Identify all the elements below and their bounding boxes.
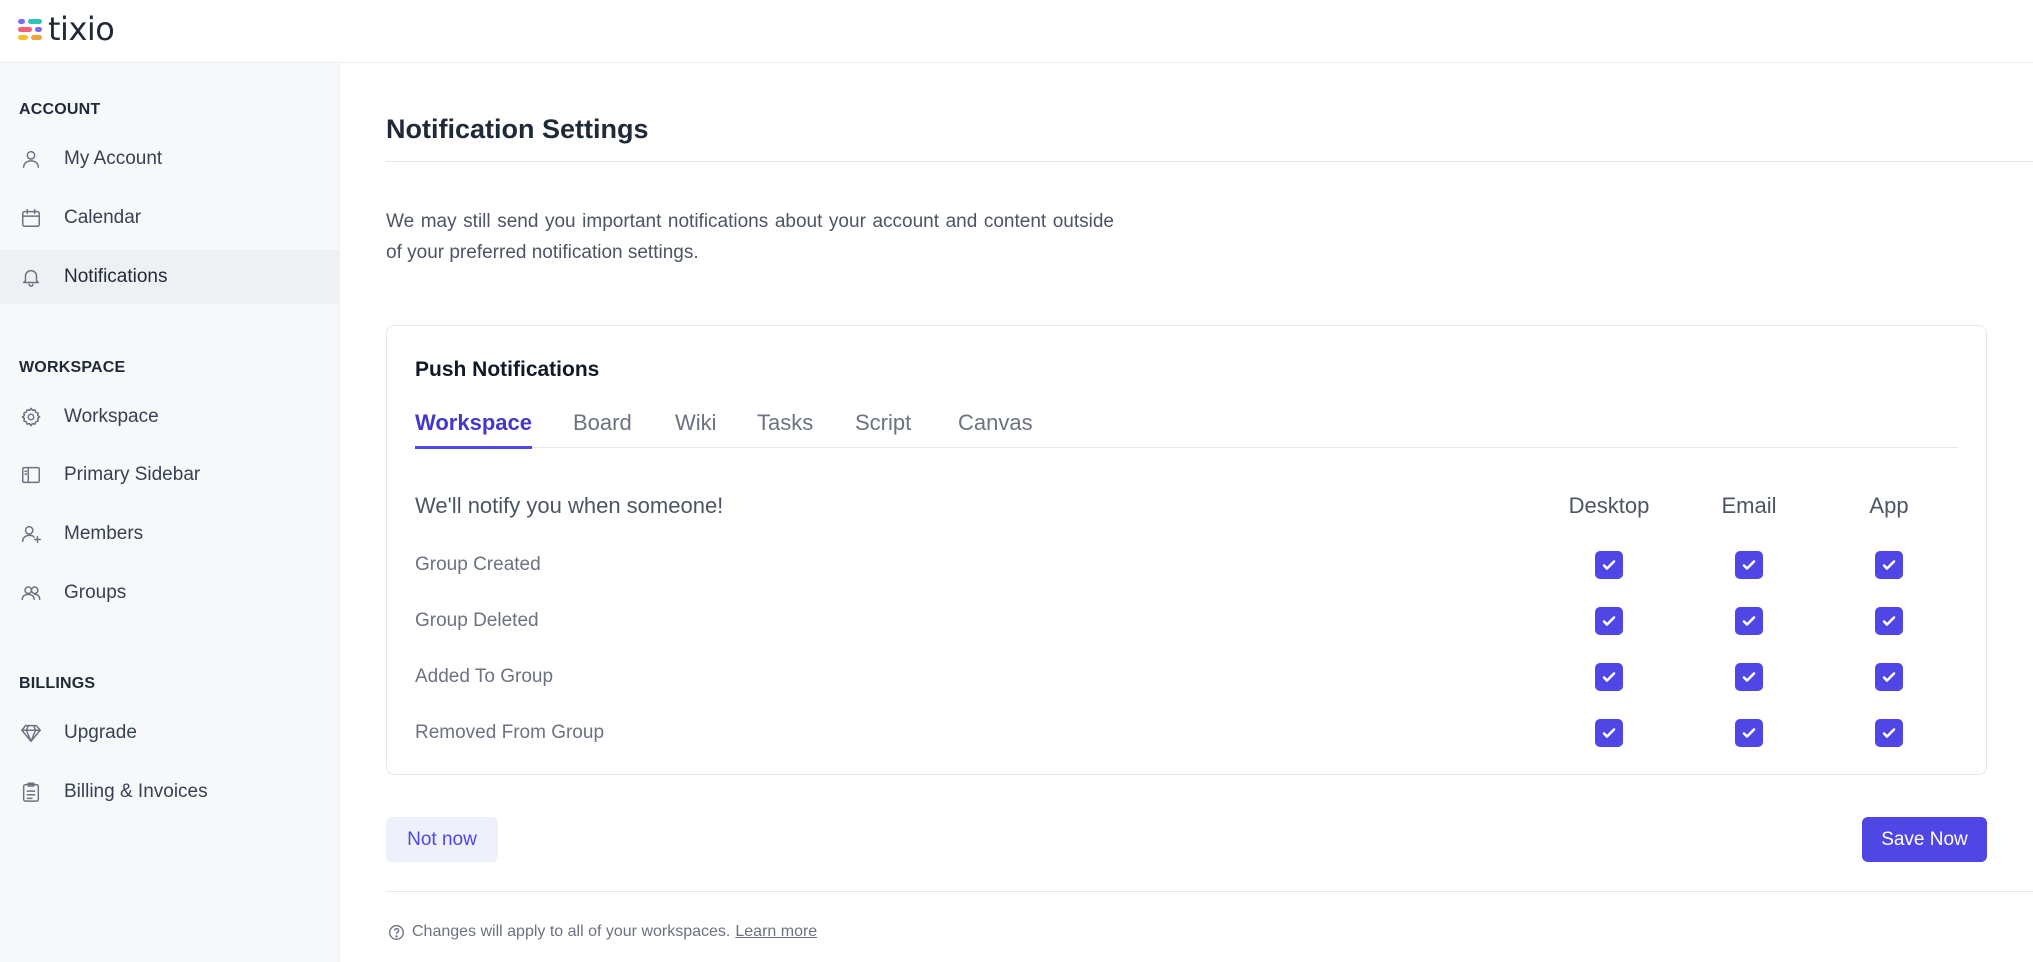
- top-bar: tixio: [0, 0, 2033, 63]
- intro-text: We may still send you important notifica…: [386, 211, 1114, 263]
- sidebar-item-label: Calendar: [64, 207, 142, 228]
- sidebar-item-members[interactable]: Members: [0, 507, 340, 561]
- diamond-icon: [19, 721, 43, 745]
- check-icon: [1742, 672, 1756, 682]
- check-icon: [1742, 616, 1756, 626]
- checkbox-desktop[interactable]: [1595, 719, 1623, 747]
- row-label-added-to-group: Added To Group: [415, 666, 554, 687]
- checkbox-app[interactable]: [1875, 719, 1903, 747]
- checkbox-email[interactable]: [1735, 551, 1763, 579]
- sidebar-layout-icon: [19, 463, 43, 487]
- column-header-app: App: [1869, 493, 1909, 518]
- tab-bar: Workspace Board Wiki Tasks Script Canvas: [415, 410, 1958, 449]
- column-header-email: Email: [1721, 493, 1777, 518]
- bell-icon: [19, 265, 43, 289]
- not-now-button[interactable]: Not now: [386, 817, 498, 862]
- footer-note: Changes will apply to all of your worksp…: [388, 923, 817, 941]
- sidebar-item-label: Primary Sidebar: [64, 464, 201, 485]
- checkbox-email[interactable]: [1735, 663, 1763, 691]
- tab-board[interactable]: Board: [573, 410, 632, 448]
- sidebar-item-upgrade[interactable]: Upgrade: [0, 706, 340, 760]
- tab-wiki[interactable]: Wiki: [675, 410, 717, 448]
- sidebar-item-groups[interactable]: Groups: [0, 566, 340, 620]
- sidebar-item-label: Groups: [64, 582, 127, 603]
- calendar-icon: [19, 206, 43, 230]
- check-icon: [1602, 616, 1616, 626]
- tab-workspace[interactable]: Workspace: [415, 410, 532, 449]
- push-notifications-card: Push Notifications Workspace Board Wiki …: [386, 325, 1987, 775]
- check-icon: [1602, 728, 1616, 738]
- tab-tasks[interactable]: Tasks: [757, 410, 813, 448]
- column-header-desktop: Desktop: [1568, 493, 1650, 518]
- check-icon: [1882, 560, 1896, 570]
- check-icon: [1742, 728, 1756, 738]
- check-icon: [1602, 560, 1616, 570]
- check-icon: [1742, 560, 1756, 570]
- user-icon: [19, 147, 43, 171]
- sidebar-item-calendar[interactable]: Calendar: [0, 191, 340, 245]
- clipboard-icon: [19, 780, 43, 804]
- sidebar-item-my-account[interactable]: My Account: [0, 132, 340, 186]
- divider: [386, 161, 2033, 162]
- row-label-removed-from-group: Removed From Group: [415, 722, 605, 743]
- row-label-group-created: Group Created: [415, 554, 541, 575]
- card-title: Push Notifications: [415, 358, 600, 381]
- check-icon: [1882, 728, 1896, 738]
- checkbox-desktop[interactable]: [1595, 663, 1623, 691]
- learn-more-link[interactable]: Learn more: [735, 923, 817, 941]
- section-title-billings: BILLINGS: [19, 675, 96, 692]
- settings-sidebar: ACCOUNT My Account Calendar Notification…: [0, 63, 340, 962]
- sidebar-item-label: Members: [64, 523, 144, 544]
- sidebar-item-notifications[interactable]: Notifications: [0, 250, 340, 304]
- sidebar-item-label: Billing & Invoices: [64, 781, 208, 802]
- sidebar-item-label: Upgrade: [64, 722, 137, 743]
- table-heading: We'll notify you when someone!: [415, 493, 724, 518]
- sidebar-item-billing-invoices[interactable]: Billing & Invoices: [0, 765, 340, 819]
- sidebar-item-workspace[interactable]: Workspace: [0, 390, 340, 444]
- checkbox-email[interactable]: [1735, 719, 1763, 747]
- tab-script[interactable]: Script: [855, 410, 911, 448]
- check-icon: [1882, 616, 1896, 626]
- section-title-account: ACCOUNT: [19, 101, 101, 118]
- checkbox-desktop[interactable]: [1595, 551, 1623, 579]
- sidebar-item-primary-sidebar[interactable]: Primary Sidebar: [0, 448, 340, 502]
- checkbox-app[interactable]: [1875, 607, 1903, 635]
- checkbox-app[interactable]: [1875, 551, 1903, 579]
- logo-text: tixio: [48, 10, 115, 48]
- help-circle-icon: [389, 924, 404, 940]
- divider: [386, 891, 2033, 892]
- gear-icon: [19, 405, 43, 429]
- users-icon: [19, 581, 43, 605]
- sidebar-item-label: Notifications: [64, 266, 168, 287]
- tab-canvas[interactable]: Canvas: [958, 410, 1033, 448]
- check-icon: [1602, 672, 1616, 682]
- checkbox-email[interactable]: [1735, 607, 1763, 635]
- checkbox-app[interactable]: [1875, 663, 1903, 691]
- page-title: Notification Settings: [386, 114, 649, 144]
- check-icon: [1882, 672, 1896, 682]
- sidebar-item-label: Workspace: [64, 406, 159, 427]
- save-now-button[interactable]: Save Now: [1862, 817, 1987, 862]
- app-logo[interactable]: tixio: [18, 10, 115, 48]
- checkbox-desktop[interactable]: [1595, 607, 1623, 635]
- logo-icon: [18, 16, 44, 42]
- user-plus-icon: [19, 522, 43, 546]
- sidebar-item-label: My Account: [64, 148, 163, 169]
- footer-note-text: Changes will apply to all of your worksp…: [412, 923, 731, 940]
- row-label-group-deleted: Group Deleted: [415, 610, 539, 631]
- section-title-workspace: WORKSPACE: [19, 359, 126, 376]
